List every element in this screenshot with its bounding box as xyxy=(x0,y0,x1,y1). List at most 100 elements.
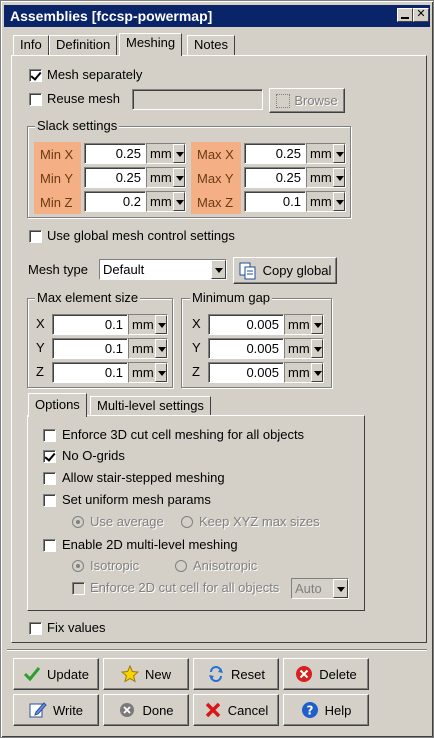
min-y-label: Min Y xyxy=(34,166,81,190)
copy-global-label: Copy global xyxy=(262,263,332,278)
no-ogrids-label: No O-grids xyxy=(62,448,125,463)
done-button[interactable]: Done xyxy=(103,694,189,726)
delete-button-label: Delete xyxy=(319,666,357,682)
tab-info[interactable]: Info xyxy=(13,35,49,55)
update-button[interactable]: Update xyxy=(13,658,99,690)
max-y-field[interactable]: 0.25 xyxy=(244,167,306,188)
copy-global-button[interactable]: Copy global xyxy=(233,257,337,284)
max-z-unit-select[interactable]: mm xyxy=(306,191,346,212)
minimum-gap-z-field[interactable]: 0.005 xyxy=(208,362,284,383)
min-x-unit-select[interactable]: mm xyxy=(146,143,186,164)
max-x-field[interactable]: 0.25 xyxy=(244,143,306,164)
reset-button-label: Reset xyxy=(231,666,265,682)
uniform-mesh-params-label: Set uniform mesh params xyxy=(62,492,211,507)
dropdown-arrow-icon xyxy=(333,168,345,187)
browse-button[interactable]: Browse xyxy=(269,88,345,113)
max-element-x-label: X xyxy=(36,316,45,331)
minimum-gap-y-unit-value: mm xyxy=(288,341,310,356)
done-button-label: Done xyxy=(142,702,174,718)
enforce-2d-cut-cell-checkbox[interactable] xyxy=(72,582,85,595)
minimum-gap-x-unit-value: mm xyxy=(288,317,310,332)
isotropic-label: Isotropic xyxy=(90,558,140,573)
isotropic-radio[interactable] xyxy=(72,560,84,572)
close-icon: ✕ xyxy=(416,8,426,20)
checkmark-icon xyxy=(23,665,41,683)
reset-arrows-icon xyxy=(207,665,225,683)
min-y-field[interactable]: 0.25 xyxy=(84,167,146,188)
subtab-options[interactable]: Options xyxy=(28,393,87,417)
help-button[interactable]: ? Help xyxy=(283,694,369,726)
help-button-label: Help xyxy=(324,702,352,718)
cancel-button[interactable]: Cancel xyxy=(193,694,279,726)
uniform-mesh-params-checkbox[interactable] xyxy=(43,494,56,507)
max-x-unit-select[interactable]: mm xyxy=(306,143,346,164)
enforce-3d-checkbox[interactable] xyxy=(43,429,56,442)
max-y-unit-value: mm xyxy=(310,170,332,185)
slack-settings-title: Slack settings xyxy=(35,118,120,133)
max-element-x-unit-select[interactable]: mm xyxy=(128,314,168,335)
mesh-separately-label: Mesh separately xyxy=(47,67,143,82)
reset-button[interactable]: Reset xyxy=(193,658,279,690)
anisotropic-label: Anisotropic xyxy=(193,558,258,573)
minimum-gap-z-unit-select[interactable]: mm xyxy=(284,362,324,383)
minimum-gap-x-field[interactable]: 0.005 xyxy=(208,314,284,335)
max-element-z-field[interactable]: 0.1 xyxy=(52,362,128,383)
minimum-gap-z-unit-value: mm xyxy=(288,365,310,380)
browse-folder-icon xyxy=(276,93,291,108)
reuse-mesh-checkbox[interactable] xyxy=(29,93,42,106)
tab-info-label: Info xyxy=(20,37,42,52)
no-ogrids-checkbox[interactable] xyxy=(43,450,56,463)
tab-meshing[interactable]: Meshing xyxy=(119,33,183,56)
minimum-gap-x-unit-select[interactable]: mm xyxy=(284,314,324,335)
enforce-2d-mode-select[interactable]: Auto xyxy=(291,578,349,599)
reuse-mesh-label: Reuse mesh xyxy=(47,91,120,106)
min-z-unit-select[interactable]: mm xyxy=(146,191,186,212)
minimum-gap-y-unit-select[interactable]: mm xyxy=(284,338,324,359)
use-global-mesh-label: Use global mesh control settings xyxy=(47,228,235,243)
stair-stepped-label: Allow stair-stepped meshing xyxy=(62,470,225,485)
help-icon: ? xyxy=(301,701,319,719)
enable-2d-multilevel-checkbox[interactable] xyxy=(43,539,56,552)
tab-definition[interactable]: Definition xyxy=(49,35,118,55)
max-element-x-field[interactable]: 0.1 xyxy=(52,314,128,335)
delete-button[interactable]: Delete xyxy=(283,658,369,690)
minimum-gap-y-field[interactable]: 0.005 xyxy=(208,338,284,359)
minimize-button[interactable] xyxy=(397,8,413,22)
close-button[interactable]: ✕ xyxy=(413,8,429,22)
dropdown-arrow-icon xyxy=(311,339,323,358)
anisotropic-radio[interactable] xyxy=(175,560,187,572)
max-element-y-field[interactable]: 0.1 xyxy=(52,338,128,359)
max-z-field[interactable]: 0.1 xyxy=(244,191,306,212)
max-element-y-unit-select[interactable]: mm xyxy=(128,338,168,359)
keep-xyz-radio[interactable] xyxy=(181,516,193,528)
minimum-gap-title: Minimum gap xyxy=(190,290,273,305)
max-element-z-label: Z xyxy=(36,364,44,379)
dropdown-arrow-icon xyxy=(211,260,226,279)
write-button-label: Write xyxy=(52,702,84,718)
min-y-unit-select[interactable]: mm xyxy=(146,167,186,188)
mesh-type-value: Default xyxy=(103,262,145,277)
min-x-field[interactable]: 0.25 xyxy=(84,143,146,164)
subtab-multi-level-settings[interactable]: Multi-level settings xyxy=(90,396,211,416)
write-button[interactable]: Write xyxy=(13,694,99,726)
max-y-unit-select[interactable]: mm xyxy=(306,167,346,188)
stair-stepped-checkbox[interactable] xyxy=(43,472,56,485)
dropdown-arrow-icon xyxy=(173,168,185,187)
mesh-separately-checkbox[interactable] xyxy=(29,69,42,82)
cancel-button-label: Cancel xyxy=(227,702,269,718)
max-element-y-label: Y xyxy=(36,340,45,355)
fix-values-checkbox[interactable] xyxy=(29,622,42,635)
use-global-mesh-checkbox[interactable] xyxy=(29,230,42,243)
min-z-field[interactable]: 0.2 xyxy=(84,191,146,212)
min-z-label: Min Z xyxy=(34,190,81,214)
browse-button-label: Browse xyxy=(294,93,338,108)
max-x-unit-value: mm xyxy=(310,146,332,161)
use-average-radio[interactable] xyxy=(72,516,84,528)
tab-notes[interactable]: Notes xyxy=(187,35,235,55)
reuse-mesh-path-field[interactable] xyxy=(132,89,263,110)
mesh-type-select[interactable]: Default xyxy=(99,259,227,280)
max-element-z-unit-select[interactable]: mm xyxy=(128,362,168,383)
new-button[interactable]: New xyxy=(103,658,189,690)
minimum-gap-z-label: Z xyxy=(192,364,200,379)
subtab-options-label: Options xyxy=(35,397,80,412)
